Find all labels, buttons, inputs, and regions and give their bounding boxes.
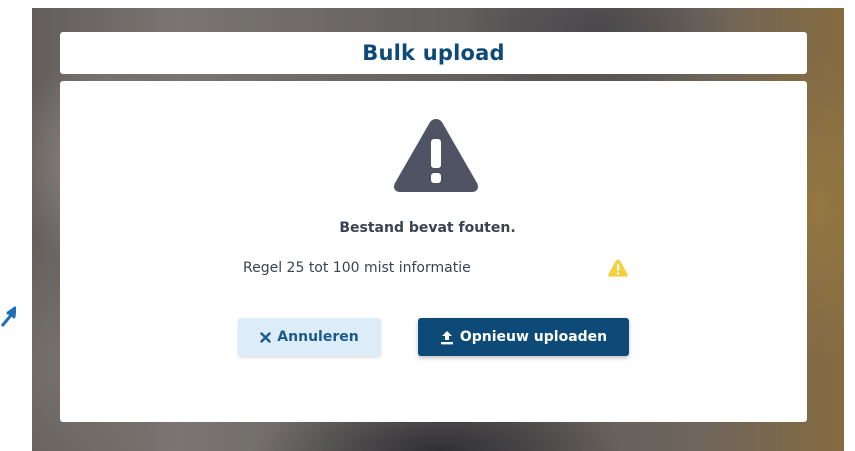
warning-triangle-icon	[394, 119, 478, 192]
modal-title: Bulk upload	[362, 41, 505, 65]
arrow-up-right-icon	[0, 306, 16, 327]
cancel-button[interactable]: Annuleren	[238, 318, 381, 356]
screen: Bulk upload Bestand bevat fouten. Regel …	[0, 0, 855, 451]
reupload-button[interactable]: Opnieuw uploaden	[418, 318, 629, 356]
reupload-button-label: Opnieuw uploaden	[459, 329, 608, 345]
error-heading: Bestand bevat fouten.	[339, 220, 516, 236]
modal-header: Bulk upload	[60, 32, 807, 74]
error-message: Regel 25 tot 100 mist informatie	[243, 260, 471, 276]
cancel-button-label: Annuleren	[277, 329, 359, 345]
close-icon	[260, 331, 271, 343]
upload-icon	[440, 330, 453, 344]
warning-icon	[608, 259, 628, 277]
